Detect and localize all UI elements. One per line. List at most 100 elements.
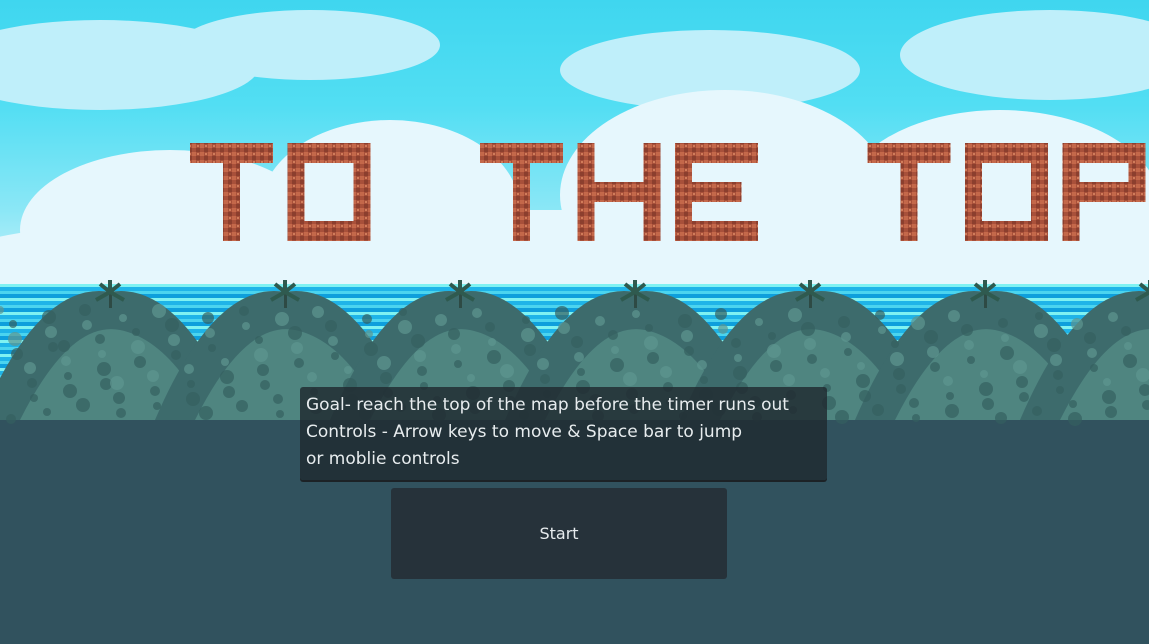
foliage-dot	[859, 390, 871, 402]
foliage-dot	[113, 392, 125, 404]
foliage-dot	[890, 352, 904, 366]
foliage-dot	[1090, 364, 1098, 372]
game-screen: Goal- reach the top of the map before th…	[0, 0, 1149, 644]
foliage-dot	[398, 320, 412, 334]
foliage-dot	[733, 366, 747, 380]
foliage-dot	[788, 308, 802, 322]
foliage-dot	[184, 364, 194, 374]
foliage-dot	[242, 322, 250, 330]
foliage-dot	[9, 320, 17, 328]
foliage-dot	[1124, 342, 1132, 350]
foliage-dot	[454, 360, 462, 368]
foliage-dot	[571, 336, 583, 348]
foliage-dot	[276, 410, 284, 418]
foliage-dot	[1001, 334, 1009, 342]
foliage-dot	[414, 350, 426, 362]
foliage-dot	[804, 338, 816, 350]
foliage-dot	[288, 326, 302, 340]
foliage-dot	[1068, 412, 1082, 426]
foliage-dot	[152, 304, 166, 318]
foliage-dot	[1103, 378, 1111, 386]
sky-background	[0, 0, 1149, 320]
foliage-dot	[912, 414, 920, 422]
mobile-controls-text: or moblie controls	[306, 449, 460, 469]
foliage-dot	[948, 310, 960, 322]
foliage-dot	[165, 318, 179, 332]
foliage-dot	[678, 314, 692, 328]
foliage-dot	[1056, 386, 1064, 394]
foliage-dot	[574, 352, 584, 362]
cloud	[180, 10, 440, 80]
foliage-dot	[540, 374, 550, 384]
foliage-dot	[1019, 392, 1029, 402]
foliage-dot	[344, 366, 352, 374]
foliage-dot	[1105, 406, 1117, 418]
foliage-dot	[451, 344, 461, 354]
foliage-dot	[856, 374, 870, 388]
foliage-dot	[909, 398, 919, 408]
foliage-dot	[1087, 348, 1097, 358]
foliage-dot	[964, 340, 974, 350]
foliage-dot	[684, 346, 694, 356]
foliage-dot	[924, 330, 938, 344]
foliage-dot	[223, 386, 235, 398]
foliage-dot	[718, 324, 728, 334]
foliage-dot	[1121, 326, 1131, 336]
foliage-dot	[42, 310, 56, 324]
foliage-dot	[595, 316, 605, 326]
foliage-dot	[1071, 318, 1083, 330]
foliage-dot	[79, 304, 91, 316]
foliage-dot	[577, 368, 585, 376]
cloud	[900, 10, 1149, 100]
foliage-dot	[1000, 346, 1014, 360]
foliage-dot	[1069, 400, 1077, 408]
foliage-dot	[844, 348, 852, 356]
foliage-dot	[24, 362, 36, 374]
foliage-dot	[63, 384, 77, 398]
foliage-dot	[30, 394, 38, 402]
foliage-dot	[187, 380, 195, 388]
foliage-dot	[943, 376, 953, 386]
foliage-dot	[555, 306, 569, 320]
foliage-dot	[61, 356, 71, 366]
foliage-dot	[488, 338, 496, 346]
foliage-dot	[1053, 370, 1063, 380]
foliage-dot	[1102, 390, 1116, 404]
foliage-dot	[1013, 360, 1027, 374]
foliage-dot	[485, 322, 495, 332]
foliage-dot	[1108, 312, 1118, 322]
foliage-dot	[647, 352, 659, 364]
foliage-dot	[734, 354, 742, 362]
foliage-dot	[64, 372, 72, 380]
foliage-dot	[331, 352, 339, 360]
foliage-dot	[841, 332, 851, 342]
foliage-dot	[645, 324, 653, 332]
foliage-dot	[43, 408, 51, 416]
foliage-dot	[715, 308, 727, 320]
foliage-dot	[97, 362, 111, 376]
foliage-dot	[45, 326, 57, 338]
foliage-dot	[147, 370, 159, 382]
foliage-dot	[998, 318, 1008, 328]
foliage-dot	[982, 398, 994, 410]
foliage-dot	[472, 308, 482, 318]
foliage-dot	[448, 328, 460, 340]
foliage-dot	[1050, 354, 1062, 366]
foliage-dot	[260, 380, 270, 390]
foliage-dot	[150, 386, 160, 396]
foliage-dot	[417, 366, 427, 376]
foliage-dot	[58, 340, 70, 352]
foliage-dot	[801, 322, 815, 336]
foliage-dot	[411, 334, 425, 348]
foliage-dot	[521, 328, 535, 342]
foliage-dot	[770, 360, 782, 372]
foliage-dot	[995, 412, 1007, 424]
foliage-dot	[132, 328, 140, 336]
foliage-dot	[610, 358, 624, 372]
foliage-dot	[273, 394, 283, 404]
foliage-dot	[312, 306, 324, 318]
foliage-dot	[838, 316, 850, 328]
start-button[interactable]: Start	[391, 488, 727, 579]
foliage-dot	[731, 338, 741, 348]
foliage-dot	[980, 370, 988, 378]
